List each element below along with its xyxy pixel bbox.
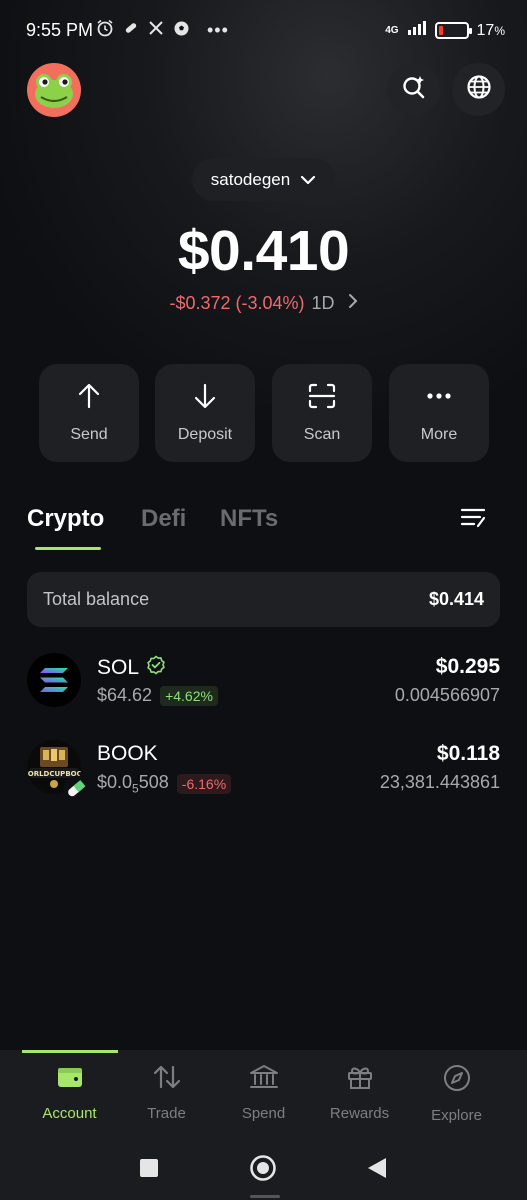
nav-account[interactable]: Account bbox=[21, 1064, 118, 1122]
token-row-sol[interactable]: SOL $64.62 +4.62% $0.295 0.004566907 bbox=[27, 653, 500, 713]
change-period: 1D bbox=[311, 293, 335, 313]
pill-icon bbox=[123, 20, 139, 41]
status-time: 9:55 PM bbox=[26, 20, 94, 40]
token-name: SOL bbox=[97, 655, 166, 681]
deposit-button[interactable]: Deposit bbox=[155, 364, 255, 462]
nav-trade-label: Trade bbox=[147, 1105, 186, 1122]
tab-defi[interactable]: Defi bbox=[141, 505, 186, 533]
active-tab-indicator bbox=[35, 547, 101, 550]
globe-icon bbox=[466, 74, 492, 105]
home-circle-icon bbox=[249, 1155, 277, 1186]
token-price-suffix: 508 bbox=[138, 772, 169, 792]
portfolio-change-row[interactable]: -$0.372 (-3.04%) 1D bbox=[0, 293, 527, 314]
search-icon bbox=[401, 74, 427, 105]
recents-button[interactable] bbox=[139, 1158, 159, 1183]
total-balance-card: Total balance $0.414 bbox=[27, 572, 500, 627]
total-balance-label: Total balance bbox=[43, 589, 150, 609]
token-change-badge: +4.62% bbox=[160, 685, 218, 706]
soccer-icon bbox=[173, 20, 190, 42]
battery-percent: 17% bbox=[477, 22, 505, 40]
more-dots-icon: ••• bbox=[207, 20, 229, 40]
nav-spend-label: Spend bbox=[241, 1105, 286, 1122]
status-notification-icons: ••• bbox=[96, 19, 229, 42]
more-label: More bbox=[420, 425, 458, 443]
send-label: Send bbox=[70, 425, 108, 443]
tab-crypto[interactable]: Crypto bbox=[27, 505, 104, 533]
signal-icon bbox=[407, 20, 427, 41]
token-name: BOOK bbox=[97, 742, 158, 766]
token-price: $0.05508 bbox=[97, 772, 169, 796]
nav-rewards-label: Rewards bbox=[329, 1105, 390, 1122]
deposit-label: Deposit bbox=[177, 425, 233, 443]
x-icon bbox=[148, 20, 164, 41]
background-glow bbox=[0, 0, 527, 420]
tab-nfts[interactable]: NFTs bbox=[220, 505, 278, 533]
nav-explore-label: Explore bbox=[431, 1107, 482, 1124]
alarm-icon bbox=[96, 19, 114, 42]
account-name: satodegen bbox=[210, 169, 291, 189]
token-price-prefix: $0.0 bbox=[97, 772, 133, 792]
compass-icon bbox=[443, 1064, 471, 1097]
swap-arrows-icon bbox=[153, 1064, 181, 1095]
bottom-nav-active-indicator bbox=[22, 1050, 118, 1053]
bank-icon bbox=[249, 1064, 279, 1095]
nav-rewards[interactable]: Rewards bbox=[311, 1064, 408, 1122]
send-button[interactable]: Send bbox=[39, 364, 139, 462]
battery-icon bbox=[434, 22, 472, 39]
chevron-down-icon bbox=[300, 170, 316, 190]
battery-percent-symbol: % bbox=[494, 23, 505, 38]
total-balance-value: $0.414 bbox=[428, 589, 484, 609]
scan-label: Scan bbox=[303, 425, 341, 443]
search-sparkle-button[interactable] bbox=[387, 63, 440, 116]
back-button[interactable] bbox=[367, 1157, 387, 1184]
home-button[interactable] bbox=[249, 1154, 277, 1187]
battery-level-fill bbox=[438, 26, 443, 35]
portfolio-change: -$0.372 (-3.04%) bbox=[169, 293, 305, 313]
token-amount: 23,381.443861 bbox=[379, 772, 500, 792]
token-price-subscript: 5 bbox=[132, 781, 139, 796]
nav-explore[interactable]: Explore bbox=[408, 1064, 505, 1124]
verified-badge-icon bbox=[146, 655, 166, 681]
back-triangle-icon bbox=[367, 1158, 387, 1183]
token-price: $64.62 bbox=[97, 685, 153, 705]
portfolio-balance: $0.410 bbox=[177, 219, 350, 283]
globe-button[interactable] bbox=[452, 63, 505, 116]
arrow-up-icon bbox=[77, 383, 101, 414]
scan-button[interactable]: Scan bbox=[272, 364, 372, 462]
sort-list-icon bbox=[460, 508, 488, 534]
nav-spend[interactable]: Spend bbox=[215, 1064, 312, 1122]
arrow-down-icon bbox=[193, 383, 217, 414]
account-selector[interactable]: satodegen bbox=[192, 158, 335, 201]
token-change-badge: -6.16% bbox=[176, 773, 232, 794]
token-price-row: $64.62 +4.62% bbox=[97, 685, 218, 706]
sol-logo-icon bbox=[27, 653, 81, 707]
token-price-row: $0.05508 -6.16% bbox=[97, 772, 232, 796]
sort-list-button[interactable] bbox=[460, 506, 488, 535]
square-icon bbox=[139, 1159, 159, 1182]
frog-avatar[interactable] bbox=[27, 63, 81, 117]
scan-icon bbox=[308, 383, 336, 414]
more-button[interactable]: More bbox=[389, 364, 489, 462]
gift-icon bbox=[346, 1064, 374, 1095]
pill-chain-badge-icon bbox=[63, 776, 89, 802]
token-amount: 0.004566907 bbox=[394, 685, 500, 705]
nav-trade[interactable]: Trade bbox=[118, 1064, 215, 1122]
more-icon bbox=[425, 383, 453, 414]
token-symbol: BOOK bbox=[97, 742, 158, 765]
wallet-icon bbox=[56, 1064, 84, 1095]
network-type: 4G bbox=[385, 25, 399, 36]
battery-percent-value: 17 bbox=[476, 21, 495, 39]
token-value: $0.295 bbox=[435, 655, 500, 678]
chevron-right-icon bbox=[348, 293, 358, 314]
nav-account-label: Account bbox=[42, 1105, 97, 1122]
home-indicator bbox=[250, 1195, 280, 1198]
token-value: $0.118 bbox=[436, 742, 500, 765]
token-symbol: SOL bbox=[97, 656, 140, 679]
token-row-book[interactable]: WORLDCUPBOOK BOOK $0.05508 -6.16% $0.118… bbox=[27, 740, 500, 802]
status-system-icons: 4G 17% bbox=[385, 20, 505, 41]
